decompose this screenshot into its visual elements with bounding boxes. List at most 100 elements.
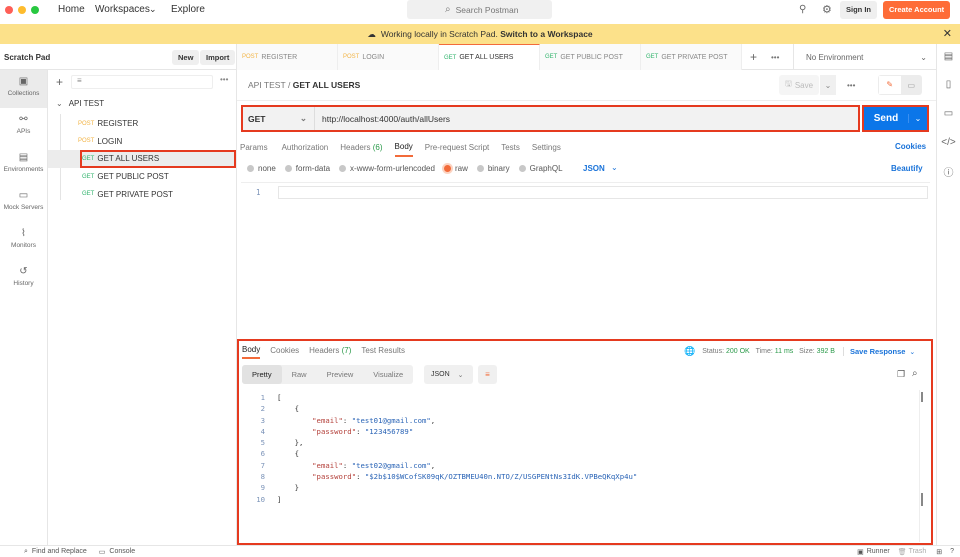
nav-explore[interactable]: Explore — [171, 4, 205, 15]
collection-api-test[interactable]: ⌄ API TEST — [56, 99, 104, 108]
body-type-raw[interactable]: raw — [443, 164, 468, 173]
tab-authorization[interactable]: Authorization — [282, 143, 329, 156]
nav-home[interactable]: Home — [58, 4, 85, 15]
save-options-dropdown[interactable]: ⌄ — [820, 75, 836, 95]
tab-more-icon[interactable]: ••• — [771, 53, 779, 62]
request-options-tabs: Params Authorization Headers (6) Body Pre-re… — [240, 141, 573, 157]
view-pretty[interactable]: Pretty — [242, 365, 282, 384]
tab-body[interactable]: Body — [394, 142, 413, 157]
help-icon[interactable]: ? — [950, 548, 954, 555]
tree-item-register[interactable]: POST REGISTER — [48, 115, 237, 133]
sidebar-nav-mock-servers[interactable]: ▭ Mock Servers — [0, 184, 47, 222]
headers-count: (7) — [341, 346, 352, 355]
tree-item-get-private-post[interactable]: GET GET PRIVATE POST — [48, 185, 237, 203]
tab-get-private-post[interactable]: GET GET PRIVATE POST — [641, 44, 742, 70]
chevron-down-icon: ⌄ — [149, 4, 157, 14]
body-type-binary[interactable]: binary — [476, 164, 510, 173]
sidebar-nav-history[interactable]: ↺ History — [0, 260, 47, 298]
tab-tests[interactable]: Tests — [501, 143, 520, 156]
gear-icon[interactable]: ⚙ — [822, 3, 832, 16]
new-tab-icon[interactable]: + — [750, 50, 757, 64]
tree-item-login[interactable]: POST LOGIN — [48, 133, 237, 151]
more-icon[interactable]: ••• — [220, 75, 228, 84]
body-type-form-data[interactable]: form-data — [284, 164, 330, 173]
edit-pencil-icon[interactable]: ✎ — [879, 76, 901, 94]
sidebar-nav-environments[interactable]: ▤ Environments — [0, 146, 47, 184]
view-preview[interactable]: Preview — [317, 365, 364, 384]
request-body-editor[interactable]: 1 — [241, 182, 930, 335]
save-response-button[interactable]: Save Response — [842, 347, 905, 356]
method-select[interactable]: GET ⌄ — [243, 107, 315, 130]
sidebar-nav-monitors[interactable]: ⌇ Monitors — [0, 222, 47, 260]
tab-pre-request-script[interactable]: Pre-request Script — [425, 143, 489, 156]
save-button[interactable]: 🖫 Save — [779, 75, 820, 95]
tree-item-get-public-post[interactable]: GET GET PUBLIC POST — [48, 168, 237, 186]
tab-headers[interactable]: Headers (6) — [340, 143, 382, 156]
scrollbar[interactable] — [921, 392, 923, 402]
chevron-down-icon[interactable]: ⌄ — [908, 114, 927, 123]
cookies-link[interactable]: Cookies — [895, 142, 926, 151]
copy-icon[interactable]: ❐ — [897, 369, 905, 380]
sidebar-nav-apis[interactable]: ⚯ APIs — [0, 108, 47, 146]
scrollbar-thumb[interactable] — [921, 493, 923, 506]
wrap-lines-icon[interactable]: ≡ — [478, 365, 497, 384]
code-line: 10] — [243, 494, 637, 505]
plus-icon[interactable]: + — [56, 75, 63, 89]
info-icon[interactable]: ⓘ — [937, 164, 960, 179]
search-input[interactable]: ⌕ Search Postman — [407, 0, 552, 19]
time-value[interactable]: 11 ms — [775, 348, 794, 355]
two-pane-icon[interactable]: ⊞ — [936, 548, 942, 556]
response-body-code[interactable]: 1[2 {3 "email": "test01@gmail.com", 4 "pa… — [243, 392, 637, 505]
import-button[interactable]: Import — [200, 50, 236, 65]
body-format-select[interactable]: JSON — [583, 164, 605, 173]
url-input[interactable]: http://localhost:4000/auth/allUsers — [315, 114, 450, 124]
view-raw[interactable]: Raw — [282, 365, 317, 384]
environment-select[interactable]: No Environment ⌄ — [793, 44, 937, 70]
response-tab-headers[interactable]: Headers (7) — [309, 346, 351, 358]
sidebar-nav-collections[interactable]: ▣ Collections — [0, 70, 47, 108]
body-type-none[interactable]: none — [247, 164, 276, 173]
response-tab-body[interactable]: Body — [242, 345, 261, 359]
switch-workspace-link[interactable]: Switch to a Workspace — [500, 29, 592, 39]
maximize-window-button[interactable] — [31, 6, 39, 14]
trash-button[interactable]: Trash — [909, 548, 927, 555]
tab-login[interactable]: POST LOGIN — [338, 44, 439, 70]
comments-icon[interactable]: ▭ — [937, 108, 960, 119]
status-value[interactable]: 200 OK — [726, 348, 750, 355]
tab-get-public-post[interactable]: GET GET PUBLIC POST — [540, 44, 641, 70]
response-format-select[interactable]: JSON ⌄ — [424, 365, 473, 384]
tab-register[interactable]: POST REGISTER — [237, 44, 338, 70]
tab-settings[interactable]: Settings — [532, 143, 561, 156]
response-tab-test-results[interactable]: Test Results — [361, 346, 405, 358]
environment-quicklook-icon[interactable]: ▤ — [937, 51, 960, 62]
find-replace-button[interactable]: Find and Replace — [32, 548, 87, 555]
request-more-icon[interactable]: ••• — [847, 81, 855, 90]
nav-workspaces[interactable]: Workspaces — [95, 4, 150, 15]
sign-in-button[interactable]: Sign In — [840, 1, 877, 19]
close-window-button[interactable] — [5, 6, 13, 14]
mock-servers-icon: ▭ — [18, 190, 29, 201]
documentation-icon[interactable]: ▯ — [937, 79, 960, 90]
runner-button[interactable]: Runner — [867, 548, 890, 555]
response-tab-cookies[interactable]: Cookies — [270, 346, 299, 358]
filter-input[interactable]: ≡ — [71, 75, 213, 89]
code-icon[interactable]: </> — [937, 137, 960, 148]
view-visualize[interactable]: Visualize — [363, 365, 413, 384]
close-icon[interactable]: ✕ — [943, 27, 952, 40]
console-button[interactable]: Console — [109, 548, 135, 555]
tab-get-all-users[interactable]: GET GET ALL USERS — [439, 44, 540, 70]
body-type-x-www-form-urlencoded[interactable]: x-www-form-urlencoded — [339, 164, 435, 173]
satellite-icon[interactable]: ⚲ — [799, 4, 806, 15]
send-button[interactable]: Send ⌄ — [862, 105, 929, 132]
search-icon[interactable]: ⌕ — [912, 368, 918, 379]
new-button[interactable]: New — [172, 50, 200, 65]
tab-params[interactable]: Params — [240, 143, 268, 156]
minimize-window-button[interactable] — [18, 6, 26, 14]
beautify-button[interactable]: Beautify — [891, 164, 923, 173]
comment-icon[interactable]: ▭ — [901, 81, 923, 90]
breadcrumb-parent[interactable]: API TEST — [248, 80, 286, 90]
create-account-button[interactable]: Create Account — [883, 1, 951, 19]
size-value[interactable]: 392 B — [817, 348, 835, 355]
body-type-graphql[interactable]: GraphQL — [518, 164, 563, 173]
